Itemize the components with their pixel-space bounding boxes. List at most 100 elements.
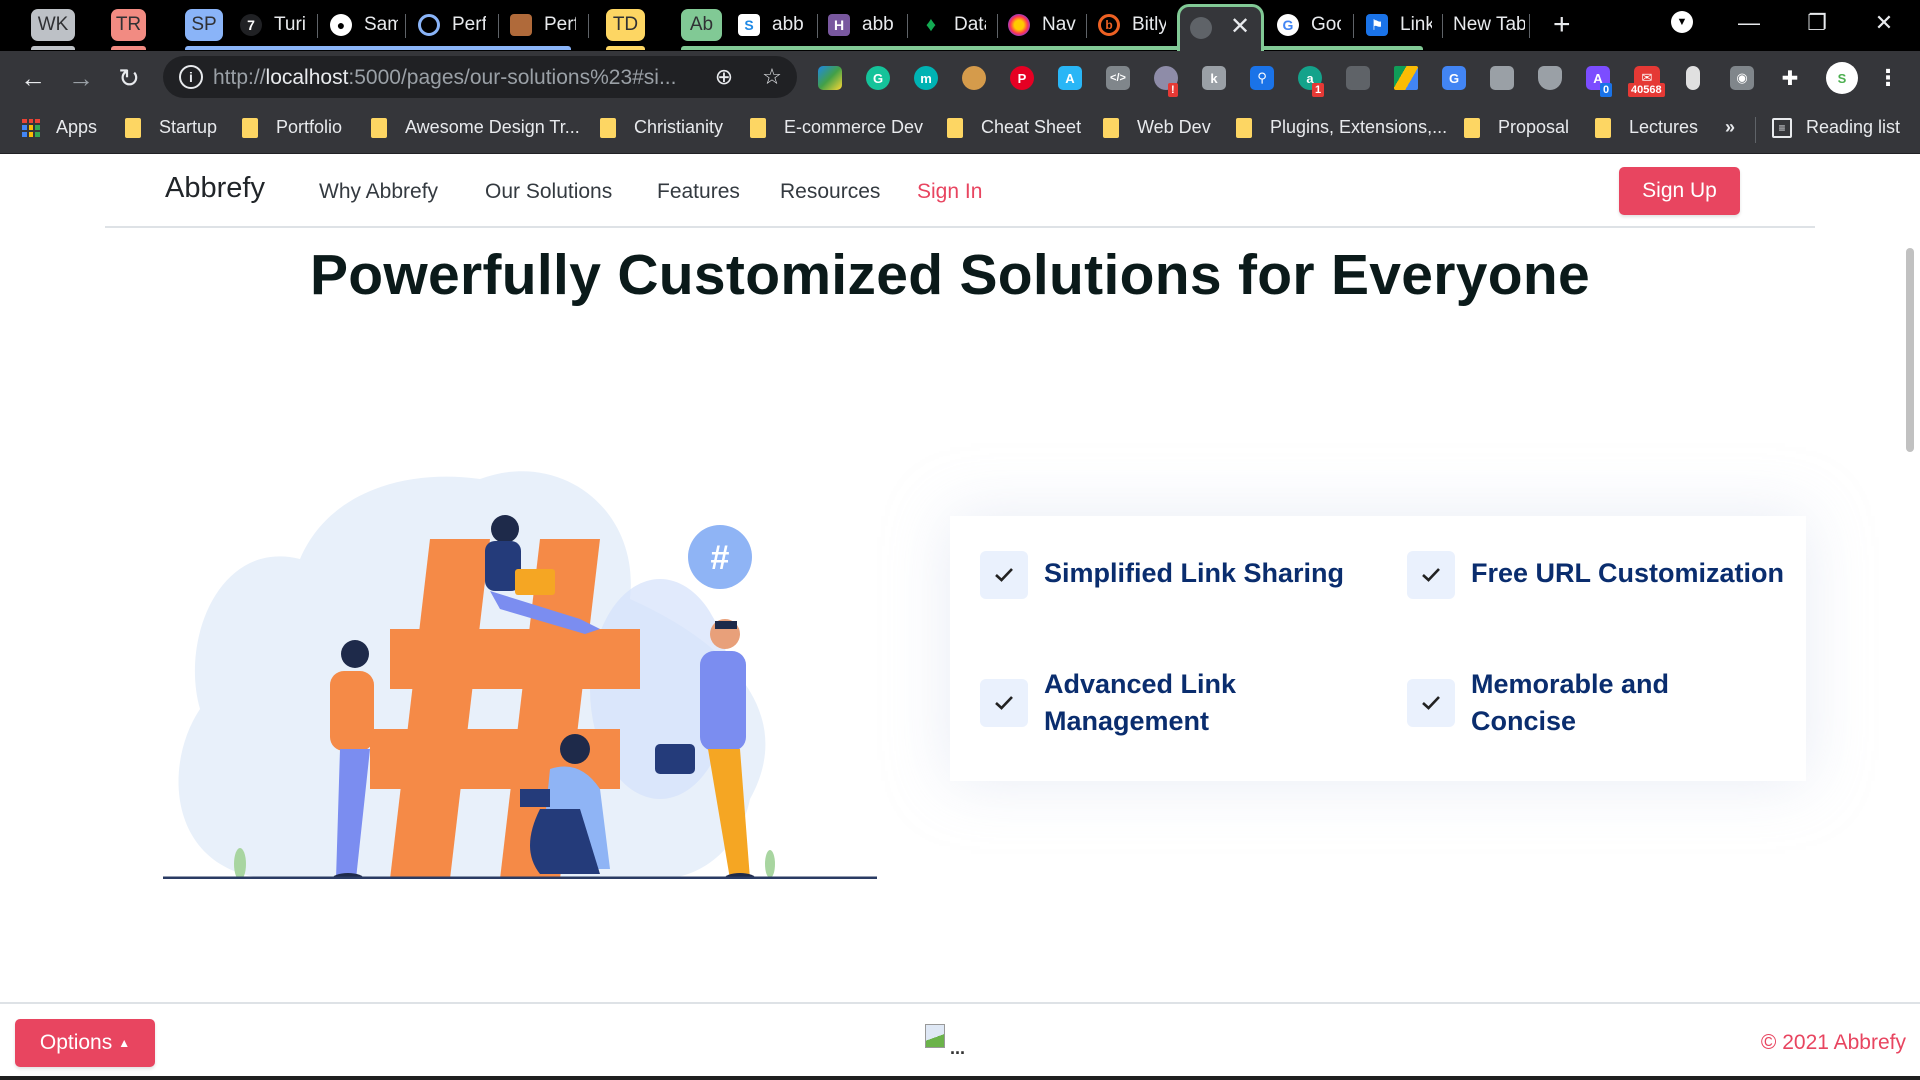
tab-abb-s[interactable]: S abb <box>738 7 806 43</box>
tab-nav[interactable]: Nav <box>1008 7 1078 43</box>
bookmark-label: Startup <box>159 117 218 137</box>
tab-bitly[interactable]: b Bitly <box>1098 7 1166 43</box>
people-hashtag-illustration: # <box>163 471 877 879</box>
pinterest-icon[interactable]: P <box>1010 66 1034 90</box>
nav-features[interactable]: Features <box>657 180 740 204</box>
bookmark-apps[interactable]: Apps <box>22 117 97 138</box>
restore-button[interactable]: ❐ <box>1797 8 1837 38</box>
shield-icon[interactable] <box>1538 66 1562 90</box>
zoom-icon[interactable]: ⊕ <box>711 64 737 90</box>
tab-separator <box>498 14 499 38</box>
extension-shield-gray-icon[interactable] <box>1346 66 1370 90</box>
more-menu-icon[interactable]: ⋮ <box>1876 65 1900 90</box>
reading-list-icon: ≡ <box>1772 117 1792 138</box>
google-drive-icon[interactable] <box>1394 66 1418 90</box>
url-scheme: http:// <box>213 66 266 89</box>
features-card: Simplified Link Sharing Free URL Customi… <box>950 516 1806 781</box>
forward-button[interactable]: → <box>64 61 98 95</box>
nav-sign-in[interactable]: Sign In <box>917 180 982 204</box>
bookmark-label: Lectures <box>1629 117 1699 137</box>
apps-grid-icon <box>22 118 40 137</box>
tab-github[interactable]: ● Sam <box>330 7 398 43</box>
bookmark-folder[interactable]: Lectures <box>1595 117 1698 138</box>
url-text[interactable]: http://localhost:5000/pages/our-solution… <box>213 66 676 90</box>
tab-abb-heroku[interactable]: H abb <box>828 7 896 43</box>
tab-search-button[interactable]: ▼ <box>1662 7 1702 37</box>
reading-list-button[interactable]: ≡ Reading list <box>1772 117 1900 138</box>
tab-data[interactable]: ♦ Data <box>920 7 986 43</box>
puzzle-extensions-icon[interactable]: ✚ <box>1778 66 1802 90</box>
checkmark-icon <box>1407 679 1455 727</box>
bookmark-folder[interactable]: Awesome Design Tr... <box>371 117 580 138</box>
tab-label: Goo <box>1311 14 1341 35</box>
tab-turing[interactable]: 7 Turi <box>240 7 312 43</box>
info-icon[interactable]: i <box>179 65 203 89</box>
bookmark-folder[interactable]: Christianity <box>600 117 723 138</box>
bookmark-folder[interactable]: Web Dev <box>1103 117 1211 138</box>
hashtag-symbol: # <box>711 539 730 577</box>
nav-why-abbrefy[interactable]: Why Abbrefy <box>319 180 438 204</box>
tab-label: Data <box>954 14 986 35</box>
bookmark-folder[interactable]: Cheat Sheet <box>947 117 1081 138</box>
feature-label: Memorable and Concise <box>1471 669 1670 736</box>
chevron-down-icon: ▼ <box>1671 11 1693 33</box>
close-tab-icon[interactable]: ✕ <box>1230 12 1250 41</box>
bookmark-folder[interactable]: Plugins, Extensions,... <box>1236 117 1447 138</box>
tab-group-td[interactable]: TD <box>606 9 645 41</box>
minimize-button[interactable]: — <box>1729 8 1769 38</box>
tab-new-tab[interactable]: New Tab <box>1453 7 1525 43</box>
close-window-button[interactable]: ✕ <box>1864 8 1904 38</box>
code-icon[interactable]: </> <box>1106 66 1130 90</box>
checkmark-icon <box>980 551 1028 599</box>
tab-active[interactable]: ✕ <box>1177 4 1264 54</box>
tab-group-sp[interactable]: SP <box>185 9 223 41</box>
tab-group-ab[interactable]: Ab <box>681 9 722 41</box>
extension-m-icon[interactable]: m <box>914 66 938 90</box>
camera-icon[interactable]: ◉ <box>1730 66 1754 90</box>
tab-link[interactable]: ⚑ Link <box>1366 7 1432 43</box>
mail-count-badge: 40568 <box>1628 83 1665 97</box>
arrow-right-icon: → <box>68 62 94 93</box>
profile-avatar[interactable]: S <box>1826 62 1858 94</box>
location-pin-icon[interactable]: ⚲ <box>1250 66 1274 90</box>
tab-group-wk[interactable]: WK <box>31 9 75 41</box>
tab-perf-2[interactable]: Perf <box>510 7 576 43</box>
os-taskbar-edge <box>0 1076 1920 1080</box>
page-scrollbar[interactable] <box>1900 154 1920 1000</box>
new-tab-button[interactable]: + <box>1553 7 1571 43</box>
bookmark-folder[interactable]: Portfolio <box>242 117 342 138</box>
address-bar[interactable]: i http://localhost:5000/pages/our-soluti… <box>163 56 797 98</box>
site-brand[interactable]: Abbrefy <box>165 172 265 205</box>
sign-up-button[interactable]: Sign Up <box>1619 167 1740 215</box>
tab-manager-icon[interactable] <box>1490 66 1514 90</box>
extension-a-icon[interactable]: A <box>1058 66 1082 90</box>
extension-idm-icon[interactable] <box>818 66 842 90</box>
bookmark-folder[interactable]: E-commerce Dev <box>750 117 923 138</box>
tab-google[interactable]: G Goo <box>1277 7 1341 43</box>
scrollbar-thumb[interactable] <box>1906 248 1914 452</box>
tab-perf-1[interactable]: Perf <box>418 7 486 43</box>
bookmark-folder[interactable]: Startup <box>125 117 217 138</box>
bookmark-star-icon[interactable]: ☆ <box>759 64 785 90</box>
tab-group-label: WK <box>37 14 69 35</box>
checkmark-icon <box>1407 551 1455 599</box>
tab-separator <box>1529 14 1530 38</box>
tab-group-tr[interactable]: TR <box>111 9 146 41</box>
heroku-icon: H <box>828 14 850 36</box>
bookmarks-overflow-button[interactable]: » <box>1725 117 1735 138</box>
reload-button[interactable]: ↻ <box>112 61 146 95</box>
nav-our-solutions[interactable]: Our Solutions <box>485 180 612 204</box>
back-button[interactable]: ← <box>16 61 50 95</box>
web-page: Abbrefy Why Abbrefy Our Solutions Featur… <box>0 154 1920 1080</box>
cookie-icon[interactable] <box>962 66 986 90</box>
bookmark-folder[interactable]: Proposal <box>1464 117 1569 138</box>
count-badge: 1 <box>1312 83 1325 97</box>
nav-resources[interactable]: Resources <box>780 180 880 204</box>
options-label: Options <box>39 1031 113 1054</box>
toggle-extension-icon[interactable] <box>1686 66 1700 90</box>
browser-toolbar: ← → ↻ i http://localhost:5000/pages/our-… <box>0 51 1920 104</box>
google-translate-icon[interactable]: G <box>1442 66 1466 90</box>
grammarly-icon[interactable]: G <box>866 66 890 90</box>
options-button[interactable]: Options ▲ <box>15 1019 155 1067</box>
extension-k-icon[interactable]: k <box>1202 66 1226 90</box>
